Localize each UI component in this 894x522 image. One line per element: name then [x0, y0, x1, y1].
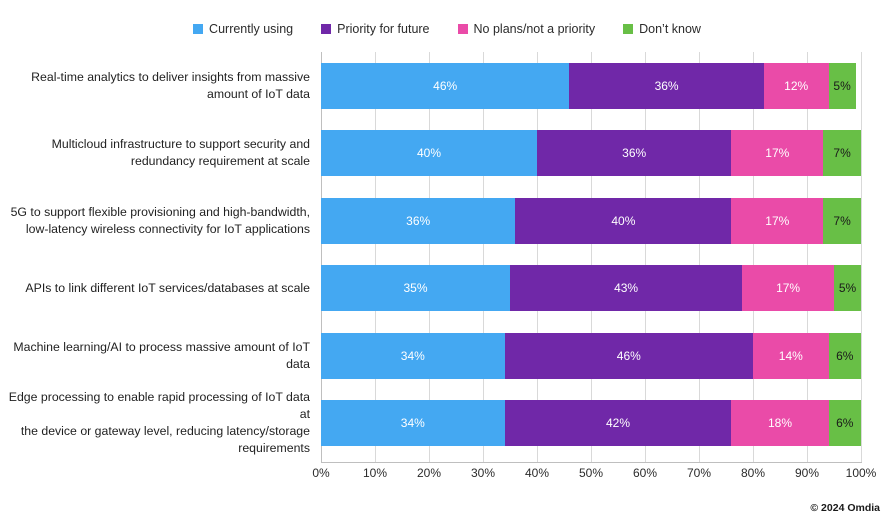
legend-item-3[interactable]: Don’t know — [623, 22, 701, 36]
bar-segment[interactable]: 7% — [823, 197, 861, 244]
category-label: APIs to link different IoT services/data… — [25, 280, 310, 295]
legend-item-2[interactable]: No plans/not a priority — [457, 22, 596, 36]
bar-segment-value: 34% — [400, 416, 425, 431]
legend-item-label: Priority for future — [337, 22, 430, 36]
legend-item-label: No plans/not a priority — [473, 22, 596, 36]
bar-segment-value: 18% — [767, 416, 792, 431]
bar-segment[interactable]: 42% — [504, 400, 732, 447]
bar-segment-value: 6% — [836, 348, 854, 363]
bar-segment[interactable]: 34% — [321, 332, 505, 379]
x-tick-label: 0% — [312, 466, 330, 480]
x-tick-label: 50% — [578, 466, 604, 480]
bar-segment[interactable]: 46% — [321, 62, 570, 109]
bar-segment[interactable]: 17% — [742, 265, 834, 312]
chart-row: Machine learning/AI to process massive a… — [0, 322, 894, 390]
stacked-bar: 40% 36% 17% 7% — [321, 130, 861, 177]
x-tick-label: 10% — [362, 466, 388, 480]
bar-segment[interactable]: 36% — [569, 62, 764, 109]
bar-segment[interactable]: 36% — [537, 130, 732, 177]
x-axis-line — [321, 462, 862, 463]
bar-segment[interactable]: 43% — [510, 265, 743, 312]
x-tick-label: 100% — [845, 466, 877, 480]
stacked-bar: 34% 42% 18% 6% — [321, 400, 861, 447]
x-tick-label: 40% — [524, 466, 550, 480]
bar-segment[interactable]: 35% — [321, 265, 510, 312]
bar-segment[interactable]: 17% — [731, 130, 824, 177]
legend-swatch-priority-for-future — [321, 24, 332, 34]
legend-item-1[interactable]: Priority for future — [321, 22, 430, 36]
bar-segment-value: 36% — [406, 213, 431, 228]
bar-segment-value: 43% — [614, 281, 639, 296]
legend-item-0[interactable]: Currently using — [193, 22, 293, 36]
bar-segment[interactable]: 12% — [763, 62, 829, 109]
bar-segment[interactable]: 5% — [828, 62, 856, 109]
bar-segment[interactable]: 36% — [321, 197, 516, 244]
category-label: Edge processing to enable rapid processi… — [8, 390, 310, 456]
x-tick-label: 60% — [632, 466, 658, 480]
bar-segment[interactable]: 34% — [321, 400, 505, 447]
bar-segment[interactable]: 17% — [731, 197, 824, 244]
bar-segment-value: 40% — [611, 213, 636, 228]
stacked-bar: 34% 46% 14% 6% — [321, 332, 861, 379]
chart-row: Edge processing to enable rapid processi… — [0, 390, 894, 458]
category-label: Multicloud infrastructure to support sec… — [51, 137, 310, 169]
x-tick-label: 30% — [470, 466, 496, 480]
legend-item-label: Don’t know — [639, 22, 701, 36]
bar-segment-value: 34% — [400, 348, 425, 363]
bar-segment-value: 7% — [833, 146, 851, 161]
bar-segment[interactable]: 40% — [515, 197, 732, 244]
chart-row: Real-time analytics to deliver insights … — [0, 52, 894, 120]
category-label: Machine learning/AI to process massive a… — [13, 339, 310, 371]
bar-segment-value: 12% — [784, 78, 809, 93]
bar-segment-value: 17% — [765, 146, 790, 161]
bar-segment-value: 36% — [654, 78, 679, 93]
chart-legend: Currently using Priority for future No pla… — [0, 22, 894, 36]
stacked-bar: 46% 36% 12% 5% — [321, 62, 861, 109]
bar-segment-value: 14% — [778, 348, 803, 363]
bar-segment[interactable]: 40% — [321, 130, 537, 177]
category-label: 5G to support flexible provisioning and … — [10, 204, 310, 236]
stacked-bar-chart: Real-time analytics to deliver insights … — [0, 52, 894, 492]
bar-segment[interactable]: 46% — [504, 332, 753, 379]
bar-segment-value: 46% — [616, 348, 641, 363]
bar-segment-value: 42% — [605, 416, 630, 431]
x-tick-label: 80% — [740, 466, 766, 480]
legend-swatch-dont-know — [623, 24, 634, 34]
copyright-credit: © 2024 Omdia — [810, 502, 880, 514]
bar-segment-value: 46% — [433, 78, 458, 93]
bar-segment-value: 35% — [403, 281, 428, 296]
x-tick-label: 70% — [686, 466, 712, 480]
bar-segment-value: 17% — [776, 281, 801, 296]
stacked-bar: 35% 43% 17% 5% — [321, 265, 861, 312]
bar-segment-value: 40% — [416, 146, 442, 161]
stacked-bar: 36% 40% 17% 7% — [321, 197, 861, 244]
bar-segment[interactable]: 6% — [828, 332, 861, 379]
bar-segment-value: 7% — [833, 213, 851, 228]
category-label: Real-time analytics to deliver insights … — [31, 69, 310, 101]
legend-swatch-currently-using — [193, 24, 204, 34]
chart-row: Multicloud infrastructure to support sec… — [0, 120, 894, 188]
legend-item-label: Currently using — [209, 22, 294, 36]
x-tick-label: 90% — [794, 466, 820, 480]
chart-rows: Real-time analytics to deliver insights … — [0, 52, 894, 462]
bar-segment[interactable]: 18% — [731, 400, 829, 447]
chart-row: APIs to link different IoT services/data… — [0, 255, 894, 323]
bar-segment[interactable]: 14% — [752, 332, 829, 379]
bar-segment-value: 17% — [765, 213, 790, 228]
bar-segment-value: 36% — [622, 146, 647, 161]
bar-segment-value: 6% — [836, 416, 854, 431]
x-tick-label: 20% — [416, 466, 442, 480]
bar-segment[interactable]: 6% — [828, 400, 861, 447]
x-axis-tick-labels: 0% 10% 20% 30% 40% 50% 60% 70% 80% 90% 100% — [312, 466, 876, 488]
bar-segment-value: 5% — [838, 281, 857, 296]
chart-row: 5G to support flexible provisioning and … — [0, 187, 894, 255]
bar-segment-value: 5% — [833, 78, 851, 93]
legend-swatch-no-plans — [457, 24, 468, 34]
bar-segment[interactable]: 7% — [823, 130, 861, 177]
bar-segment[interactable]: 5% — [833, 265, 861, 312]
